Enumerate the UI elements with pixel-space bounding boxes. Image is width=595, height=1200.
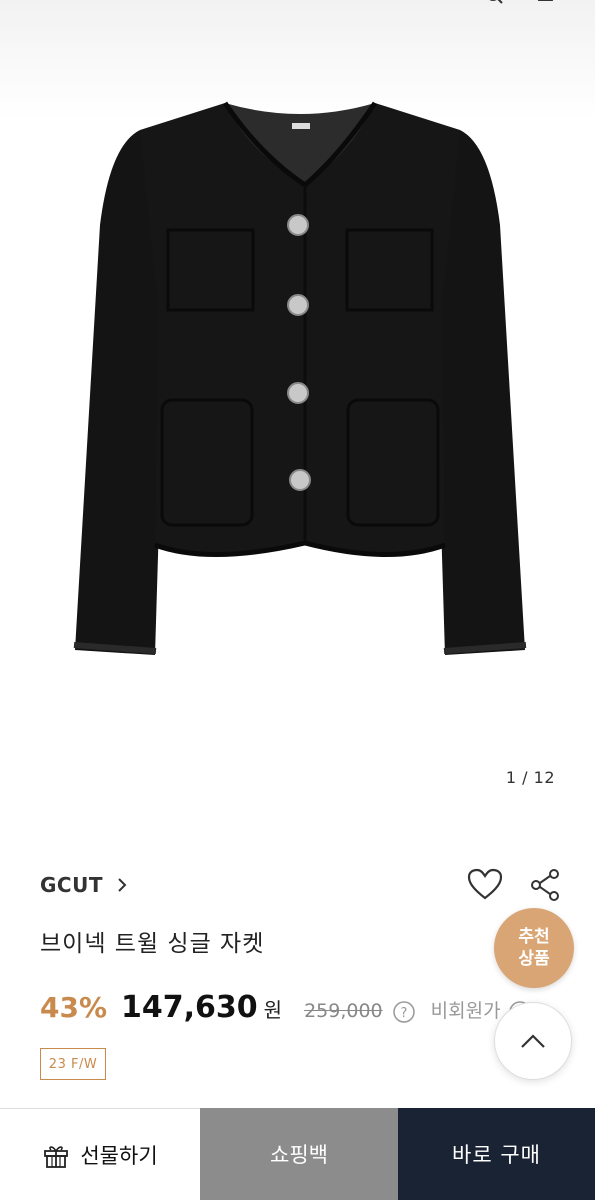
image-pager: 1 / 12 <box>505 768 555 787</box>
buy-now-label: 바로 구매 <box>452 1143 541 1167</box>
original-price: 259,000 <box>304 1000 383 1022</box>
member-price-label: 비회원가 <box>430 1000 501 1022</box>
discount-rate: 43% <box>40 991 108 1024</box>
share-icon[interactable] <box>526 868 564 902</box>
recommend-label-line2: 상품 <box>518 949 550 969</box>
top-icon-bar <box>465 0 575 10</box>
question-icon[interactable]: ? <box>392 1001 415 1023</box>
search-icon[interactable] <box>485 0 505 6</box>
season-badge: 23 F/W <box>40 1048 106 1080</box>
jacket-image <box>73 101 527 655</box>
buy-now-button[interactable]: 바로 구매 <box>398 1108 595 1200</box>
bottom-action-bar: 선물하기 쇼핑백 바로 구매 <box>0 1108 595 1200</box>
scroll-top-button[interactable] <box>494 1002 572 1080</box>
recommend-label-line1: 추천 <box>518 927 550 947</box>
chevron-up-icon <box>521 1034 545 1048</box>
heart-icon[interactable] <box>466 868 504 902</box>
chevron-right-icon <box>118 878 127 892</box>
brand-link[interactable]: GCUT <box>40 870 129 900</box>
cart-icon[interactable] <box>535 0 555 6</box>
product-image-gallery[interactable]: 1 / 12 <box>0 0 595 820</box>
currency-unit: 원 <box>263 998 283 1022</box>
product-title: 브이넥 트윌 싱글 자켓 <box>40 931 265 957</box>
sale-price: 147,630 <box>121 990 258 1025</box>
shopping-bag-button[interactable]: 쇼핑백 <box>200 1108 398 1200</box>
gift-icon <box>44 1145 69 1168</box>
brand-name: GCUT <box>40 873 103 897</box>
gift-button[interactable]: 선물하기 <box>0 1108 200 1200</box>
price-row: 43% 147,630 원 259,000 ? 비회원가 ? <box>40 990 531 1034</box>
gift-label: 선물하기 <box>80 1143 158 1168</box>
shopping-bag-label: 쇼핑백 <box>270 1143 328 1167</box>
svg-text:?: ? <box>400 1006 407 1021</box>
recommended-products-button[interactable]: 추천 상품 <box>494 908 574 988</box>
